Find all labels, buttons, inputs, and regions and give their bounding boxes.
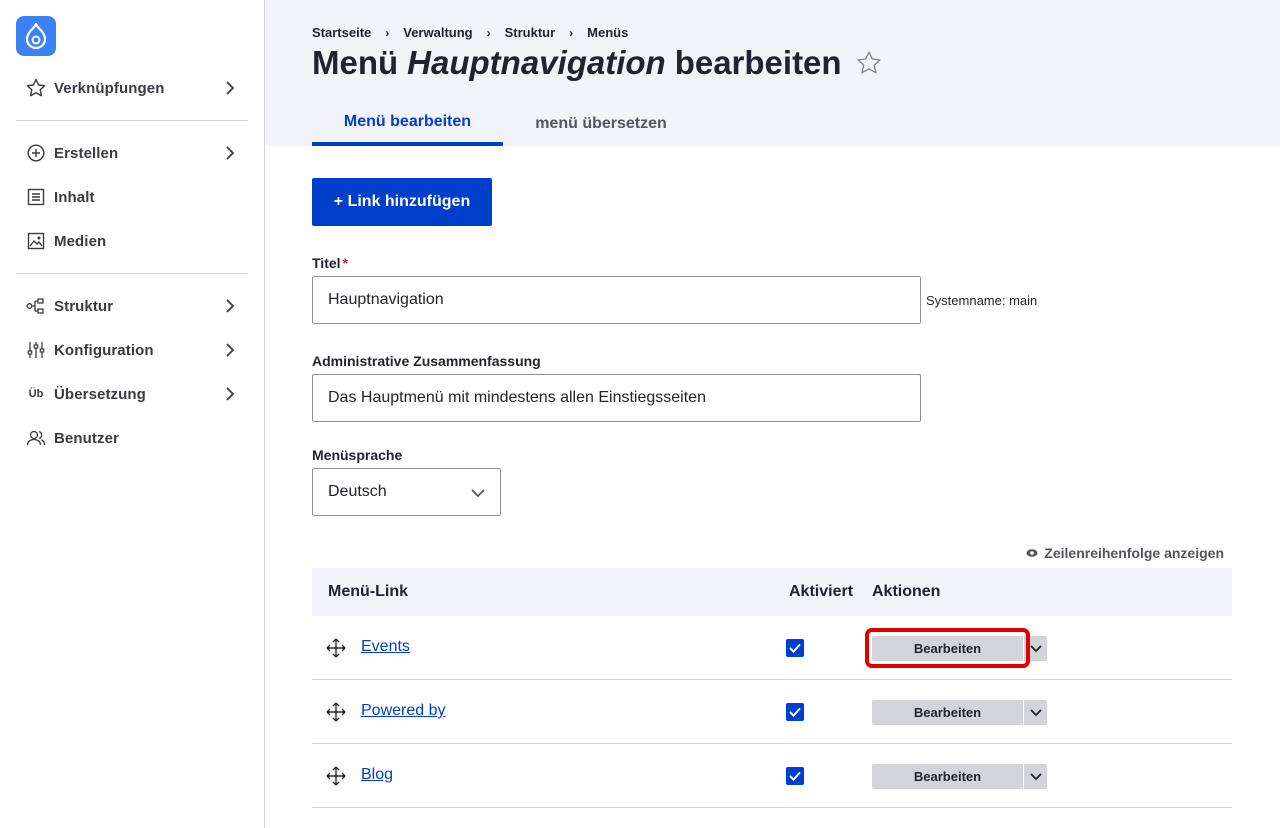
sidebar-item-benutzer[interactable]: Benutzer bbox=[16, 418, 248, 458]
summary-input[interactable]: Das Hauptmenü mit mindestens allen Einst… bbox=[312, 374, 921, 422]
column-header-enabled: Aktiviert bbox=[789, 583, 854, 600]
chevron-down-icon bbox=[471, 489, 485, 498]
column-header-menu-link: Menü-Link bbox=[328, 583, 408, 600]
actions-dropdown-button[interactable] bbox=[1023, 636, 1047, 661]
column-header-actions: Aktionen bbox=[872, 583, 941, 600]
sidebar-item-medien[interactable]: Medien bbox=[16, 221, 248, 261]
summary-input-value: Das Hauptmenü mit mindestens allen Einst… bbox=[328, 389, 706, 406]
table-row: Blog Bearbeiten bbox=[312, 744, 1232, 808]
required-marker: * bbox=[342, 255, 348, 271]
sidebar-item-label: Benutzer bbox=[54, 429, 119, 447]
document-icon bbox=[26, 187, 46, 207]
title-label: Titel * bbox=[312, 255, 348, 271]
chevron-down-icon bbox=[1029, 708, 1042, 716]
menu-link-events[interactable]: Events bbox=[361, 638, 410, 656]
checkmark-icon bbox=[789, 707, 801, 717]
action-button-group: Bearbeiten bbox=[872, 700, 1047, 725]
menu-link-powered-by[interactable]: Powered by bbox=[361, 702, 446, 720]
enabled-checkbox[interactable] bbox=[786, 767, 804, 785]
page-title: Menü Hauptnavigation bearbeiten bbox=[312, 44, 882, 82]
sliders-icon bbox=[26, 340, 46, 360]
actions-dropdown-button[interactable] bbox=[1023, 700, 1047, 725]
sidebar-item-erstellen[interactable]: Erstellen bbox=[16, 133, 248, 173]
sidebar-item-label: Struktur bbox=[54, 297, 114, 315]
sidebar-item-label: Übersetzung bbox=[54, 385, 146, 403]
translation-icon: Üb bbox=[28, 388, 44, 400]
sidebar-item-struktur[interactable]: Struktur bbox=[16, 286, 248, 326]
tab-menue-uebersetzen[interactable]: menü übersetzen bbox=[503, 102, 699, 146]
sidebar-item-label: Inhalt bbox=[54, 188, 95, 206]
drupal-logo-icon[interactable] bbox=[16, 16, 56, 56]
checkmark-icon bbox=[789, 771, 801, 781]
language-label: Menüsprache bbox=[312, 447, 403, 463]
sidebar-item-verknuepfungen[interactable]: Verknüpfungen bbox=[16, 68, 248, 108]
table-header: Menü-Link Aktiviert Aktionen bbox=[312, 568, 1232, 616]
users-icon bbox=[26, 428, 46, 448]
sidebar-item-label: Verknüpfungen bbox=[54, 79, 165, 97]
edit-button[interactable]: Bearbeiten bbox=[872, 700, 1023, 725]
checkmark-icon bbox=[789, 643, 801, 653]
chevron-right-icon bbox=[226, 81, 235, 95]
breadcrumb-link[interactable]: Menüs bbox=[587, 25, 628, 40]
summary-label: Administrative Zusammenfassung bbox=[312, 353, 541, 369]
enabled-checkbox[interactable] bbox=[786, 639, 804, 657]
edit-button[interactable]: Bearbeiten bbox=[872, 636, 1023, 661]
title-label-text: Titel bbox=[312, 255, 341, 271]
page-title-suffix: bearbeiten bbox=[674, 44, 842, 81]
sidebar-item-uebersetzung[interactable]: Üb Übersetzung bbox=[16, 374, 248, 414]
drag-handle-icon[interactable] bbox=[326, 766, 346, 786]
show-row-order-label: Zeilenreihenfolge anzeigen bbox=[1044, 545, 1224, 561]
system-name: Systemname: main bbox=[926, 293, 1038, 308]
sidebar-item-label: Konfiguration bbox=[54, 341, 154, 359]
action-button-group: Bearbeiten bbox=[872, 764, 1047, 789]
actions-dropdown-button[interactable] bbox=[1023, 764, 1047, 789]
tab-menue-bearbeiten[interactable]: Menü bearbeiten bbox=[312, 102, 503, 146]
menu-link-blog[interactable]: Blog bbox=[361, 766, 393, 784]
action-button-group: Bearbeiten bbox=[872, 636, 1047, 661]
breadcrumb-link[interactable]: Struktur bbox=[505, 25, 556, 40]
sidebar-item-inhalt[interactable]: Inhalt bbox=[16, 177, 248, 217]
chevron-right-icon bbox=[226, 146, 235, 160]
table-row: Events Bearbeiten bbox=[312, 616, 1232, 680]
drag-handle-icon[interactable] bbox=[326, 702, 346, 722]
plus-circle-icon bbox=[26, 143, 46, 163]
eye-icon bbox=[1026, 549, 1038, 557]
chevron-right-icon bbox=[226, 299, 235, 313]
sidebar-item-label: Erstellen bbox=[54, 144, 119, 162]
breadcrumb-link[interactable]: Verwaltung bbox=[403, 25, 472, 40]
sidebar-item-konfiguration[interactable]: Konfiguration bbox=[16, 330, 248, 370]
add-link-button[interactable]: + Link hinzufügen bbox=[312, 178, 492, 226]
sidebar-item-label: Medien bbox=[54, 232, 107, 250]
title-input[interactable]: Hauptnavigation bbox=[312, 276, 921, 324]
star-icon bbox=[26, 78, 46, 98]
page-title-prefix: Menü bbox=[312, 44, 399, 81]
breadcrumb-separator-icon: › bbox=[486, 25, 491, 40]
image-icon bbox=[26, 231, 46, 251]
drag-handle-icon[interactable] bbox=[326, 638, 346, 658]
breadcrumb: Startseite › Verwaltung › Struktur › Men… bbox=[312, 25, 628, 40]
sidebar-divider bbox=[16, 120, 248, 121]
table-row: Powered by Bearbeiten bbox=[312, 680, 1232, 744]
show-row-order-link[interactable]: Zeilenreihenfolge anzeigen bbox=[1026, 545, 1224, 561]
chevron-right-icon bbox=[226, 343, 235, 357]
chevron-right-icon bbox=[226, 387, 235, 401]
breadcrumb-link[interactable]: Startseite bbox=[312, 25, 371, 40]
title-input-value: Hauptnavigation bbox=[328, 291, 444, 308]
sitemap-icon bbox=[26, 296, 46, 316]
breadcrumb-separator-icon: › bbox=[385, 25, 390, 40]
star-icon[interactable] bbox=[856, 50, 882, 76]
breadcrumb-separator-icon: › bbox=[569, 25, 574, 40]
language-select[interactable]: Deutsch bbox=[312, 468, 501, 516]
language-select-value: Deutsch bbox=[328, 483, 387, 500]
page-title-menu-name: Hauptnavigation bbox=[407, 44, 666, 81]
enabled-checkbox[interactable] bbox=[786, 703, 804, 721]
chevron-down-icon bbox=[1029, 772, 1042, 780]
edit-button[interactable]: Bearbeiten bbox=[872, 764, 1023, 789]
sidebar-divider bbox=[16, 273, 248, 274]
chevron-down-icon bbox=[1029, 644, 1042, 652]
sidebar: Verknüpfungen Erstellen Inhalt Medien St… bbox=[0, 0, 265, 828]
